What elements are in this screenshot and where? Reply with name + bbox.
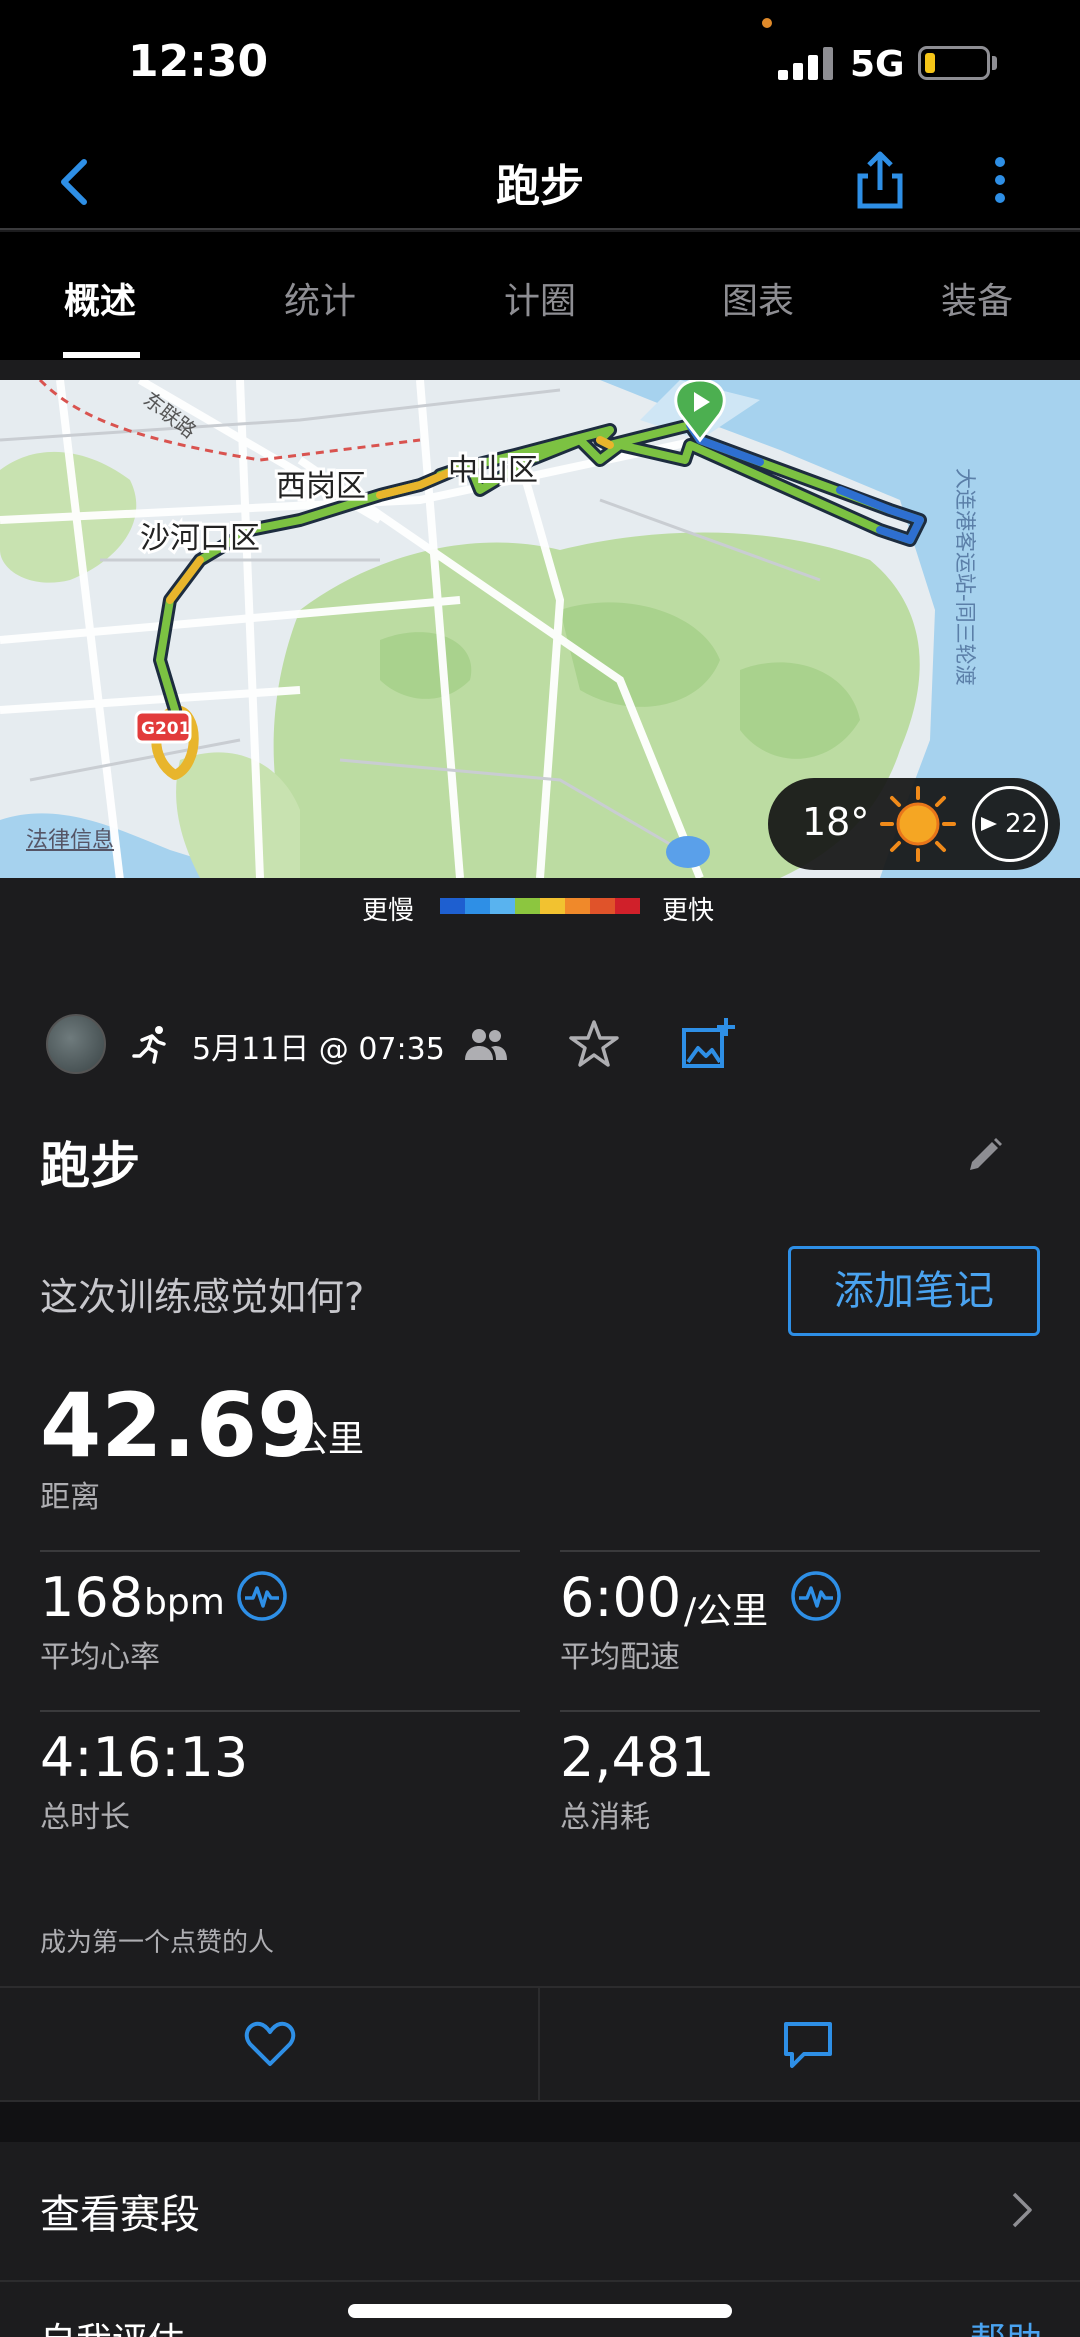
add-note-button[interactable]: 添加笔记	[788, 1246, 1040, 1336]
people-icon[interactable]	[462, 1024, 510, 1064]
divider	[40, 1710, 520, 1712]
status-bar: 12:30 5G	[0, 0, 1080, 130]
distance-label: 距离	[40, 1480, 100, 1515]
weather-temperature: 18°	[802, 800, 870, 844]
heart-icon	[244, 2021, 296, 2066]
network-label: 5G	[850, 44, 905, 85]
wind-speed: 22	[1005, 809, 1039, 839]
social-actions	[0, 1986, 1080, 2102]
section-gap	[0, 2102, 1080, 2142]
add-photo-icon[interactable]	[680, 1016, 736, 1072]
avatar[interactable]	[46, 1014, 106, 1074]
running-icon	[132, 1026, 166, 1064]
navigation-bar: 跑步	[0, 130, 1080, 230]
activity-title: 跑步	[40, 1137, 140, 1195]
legend-fast-label: 更快	[662, 896, 715, 926]
divider	[560, 1550, 1040, 1552]
wind-direction-icon: 22	[972, 786, 1048, 862]
feel-question: 这次训练感觉如何?	[40, 1275, 365, 1319]
calories-label: 总消耗	[560, 1800, 650, 1835]
sun-icon	[880, 786, 956, 862]
distance-unit: 公里	[292, 1419, 365, 1460]
help-link[interactable]: 帮助	[970, 2312, 1042, 2337]
self-evaluation-label: 自我评估	[40, 2312, 184, 2337]
active-tab-indicator	[63, 352, 140, 358]
share-button[interactable]	[850, 140, 910, 220]
weather-badge[interactable]: 18° 22	[768, 778, 1060, 870]
tab-overview[interactable]: 概述	[10, 272, 190, 324]
tab-stats[interactable]: 统计	[230, 272, 410, 324]
activity-date: 5月11日 @ 07:35	[192, 1032, 445, 1067]
pace-value: 6:00	[560, 1566, 682, 1629]
more-options-button[interactable]	[985, 140, 1015, 220]
pace-pulse-icon[interactable]	[790, 1570, 842, 1622]
tab-charts[interactable]: 图表	[668, 272, 848, 324]
duration-label: 总时长	[40, 1800, 130, 1835]
share-icon	[857, 151, 903, 209]
status-time: 12:30	[128, 36, 269, 87]
map-label-ferry: 大连港客运站-同三轮渡	[953, 468, 977, 686]
battery-level	[925, 53, 935, 73]
more-vertical-icon	[995, 157, 1005, 203]
view-segments-row[interactable]: 查看赛段	[0, 2142, 1080, 2276]
heart-rate-pulse-icon[interactable]	[236, 1570, 288, 1622]
divider	[40, 1550, 520, 1552]
calories-value: 2,481	[560, 1726, 715, 1789]
chevron-right-icon	[1012, 2192, 1032, 2228]
signal-strength-icon	[778, 46, 834, 80]
view-segments-label: 查看赛段	[40, 2192, 200, 2238]
star-icon[interactable]	[568, 1018, 620, 1070]
tab-laps[interactable]: 计圈	[450, 272, 630, 324]
activity-meta-row: 5月11日 @ 07:35	[0, 1004, 1080, 1084]
heart-rate-value: 168	[40, 1566, 144, 1629]
map-label-highway: G201	[141, 719, 190, 739]
legend-slow-label: 更慢	[362, 896, 415, 926]
privacy-indicator-dot	[762, 18, 772, 28]
pace-color-scale	[440, 898, 640, 914]
heart-rate-unit: bpm	[144, 1582, 225, 1623]
like-prompt: 成为第一个点赞的人	[40, 1928, 275, 1958]
legal-info-link[interactable]: 法律信息	[26, 822, 114, 854]
heart-rate-label: 平均心率	[40, 1640, 160, 1675]
tab-bar: 概述 统计 计圈 图表 装备	[0, 232, 1080, 360]
page-title: 跑步	[496, 161, 584, 212]
map-label-zhongshan: 中山区	[448, 453, 538, 488]
distance-value: 42.69	[40, 1374, 319, 1477]
duration-value: 4:16:13	[40, 1726, 249, 1789]
edit-pencil-icon[interactable]	[966, 1136, 1004, 1174]
map-label-road: 东联路	[139, 387, 201, 443]
home-indicator[interactable]	[348, 2304, 732, 2318]
comment-icon	[784, 2022, 832, 2068]
pace-label: 平均配速	[560, 1640, 680, 1675]
battery-icon	[918, 46, 990, 80]
battery-tip	[992, 56, 997, 70]
map-label-shahekou: 沙河口区	[140, 521, 260, 556]
divider	[560, 1710, 1040, 1712]
tab-gear[interactable]: 装备	[887, 272, 1067, 324]
like-button[interactable]	[0, 1988, 538, 2100]
pace-legend: 更慢 更快	[0, 878, 1080, 938]
pace-unit: /公里	[684, 1591, 769, 1632]
map-label-xigang: 西岗区	[276, 469, 366, 504]
comment-button[interactable]	[540, 1988, 1080, 2100]
